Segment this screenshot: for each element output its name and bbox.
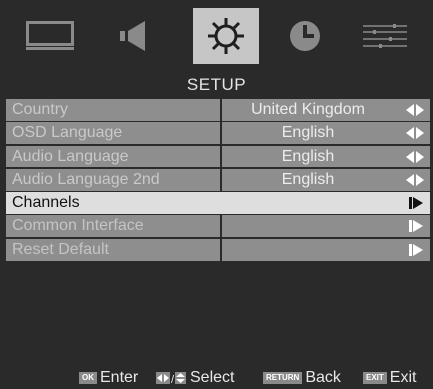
menu-item-value: United Kingdom	[251, 101, 365, 118]
gear-icon	[208, 18, 244, 54]
menu-item-label: Reset Default	[6, 238, 220, 261]
left-right-arrow-icon	[406, 104, 424, 116]
menu-item-audio-language-2nd[interactable]: Audio Language 2nd English	[6, 168, 430, 191]
select-label: Select	[190, 369, 235, 386]
left-right-arrow-icon	[406, 173, 424, 186]
tab-setup[interactable]	[193, 8, 259, 64]
menu-tab-bar	[0, 0, 433, 72]
menu-item-country[interactable]: Country United Kingdom	[6, 99, 430, 121]
enter-label: Enter	[100, 369, 139, 386]
hint-back: RETURN Back	[263, 367, 341, 389]
navigation-keys-icon: /	[156, 372, 186, 384]
footer-key-hints: OK Enter / Select RETURN Back EXIT Exit	[0, 367, 433, 389]
menu-item-reset-default[interactable]: Reset Default	[6, 238, 430, 261]
sliders-icon	[363, 24, 407, 48]
back-label: Back	[305, 369, 341, 386]
menu-item-label: Audio Language	[6, 145, 220, 168]
menu-item-value: English	[281, 124, 335, 142]
menu-item-value: English	[281, 147, 335, 165]
menu-item-label: Country	[6, 99, 220, 121]
tab-sound[interactable]	[100, 8, 166, 64]
svg-text:/: /	[171, 374, 175, 384]
ok-key-badge: OK	[79, 372, 97, 384]
menu-item-label: Common Interface	[6, 215, 220, 238]
right-arrow-icon	[409, 220, 423, 233]
hint-select: / Select	[156, 367, 234, 389]
hint-enter: OK Enter	[79, 367, 138, 389]
return-key-badge: RETURN	[263, 372, 303, 384]
menu-item-label: OSD Language	[6, 122, 220, 145]
tv-menu-screen: SETUP Country United Kingdom OSD Languag…	[0, 0, 433, 389]
speaker-icon	[120, 21, 145, 51]
tab-picture[interactable]	[17, 8, 83, 64]
left-right-arrow-icon	[406, 150, 424, 163]
hint-exit: EXIT Exit	[363, 367, 416, 389]
menu-item-audio-language[interactable]: Audio Language English	[6, 145, 430, 168]
clock-icon	[290, 21, 320, 51]
menu-item-value: English	[281, 170, 335, 188]
menu-item-channels[interactable]: Channels	[6, 192, 430, 214]
right-arrow-icon	[409, 197, 423, 210]
menu-item-osd-language[interactable]: OSD Language English	[6, 122, 430, 145]
left-right-arrow-icon	[406, 127, 424, 140]
tab-time[interactable]	[272, 8, 338, 64]
menu-item-common-interface[interactable]: Common Interface	[6, 215, 430, 238]
setup-menu-list: Country United Kingdom OSD Language Engl…	[6, 99, 430, 262]
menu-item-label: Audio Language 2nd	[6, 168, 220, 191]
right-arrow-icon	[409, 243, 423, 256]
menu-item-label: Channels	[6, 192, 220, 214]
tab-options[interactable]	[352, 8, 418, 64]
exit-label: Exit	[389, 369, 417, 386]
tv-screen-icon	[26, 21, 74, 50]
menu-title: SETUP	[186, 75, 247, 94]
exit-key-badge: EXIT	[363, 372, 387, 384]
